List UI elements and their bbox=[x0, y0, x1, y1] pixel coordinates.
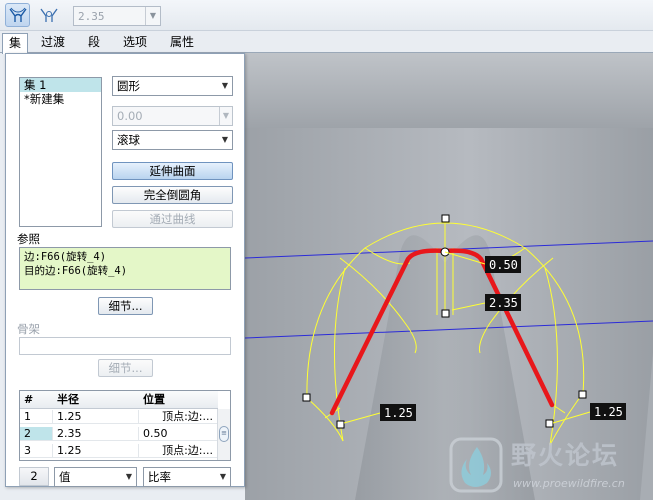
position-type-dropdown[interactable]: 比率 ▼ bbox=[143, 467, 231, 487]
chevron-down-icon: ▼ bbox=[219, 472, 226, 481]
conic-value: 0.00 bbox=[117, 109, 143, 123]
full-round-button[interactable]: 完全倒圆角 bbox=[112, 186, 233, 204]
row-index: 1 bbox=[20, 410, 53, 424]
table-row[interactable]: 1 1.25 顶点:边:... bbox=[20, 410, 218, 424]
tab-transitions[interactable]: 过渡 bbox=[35, 33, 71, 53]
scroll-thumb[interactable]: ≡ bbox=[219, 426, 229, 442]
dimension-value: 1.25 bbox=[384, 406, 413, 420]
radius-combo[interactable]: ▼ bbox=[73, 6, 161, 26]
references-label: 参照 bbox=[17, 232, 40, 246]
value-type: 值 bbox=[59, 470, 71, 484]
dimension-value: 1.25 bbox=[594, 405, 623, 419]
creation-method-dropdown[interactable]: 滚球 ▼ bbox=[112, 130, 233, 150]
extend-surfaces-button[interactable]: 延伸曲面 bbox=[112, 162, 233, 180]
creation-method-value: 滚球 bbox=[117, 133, 140, 147]
set-item-1[interactable]: 集 1 bbox=[20, 78, 101, 92]
tab-properties[interactable]: 属性 bbox=[164, 33, 200, 53]
row-index: 2 bbox=[20, 427, 53, 441]
dimension-value: 2.35 bbox=[489, 296, 518, 310]
table-scrollbar[interactable]: ≡ bbox=[217, 409, 230, 460]
value-type-dropdown[interactable]: 值 ▼ bbox=[54, 467, 137, 487]
toolbar: ▼ bbox=[0, 0, 653, 31]
skeleton-details-button: 细节... bbox=[98, 359, 153, 377]
point-count: 2 bbox=[19, 467, 49, 486]
row-radius[interactable]: 1.25 bbox=[53, 410, 139, 424]
dimension-tag-125-left[interactable]: 1.25 bbox=[380, 404, 416, 421]
row-index: 3 bbox=[20, 444, 53, 458]
dimension-tag-050[interactable]: 0.50 bbox=[485, 256, 521, 273]
set-list[interactable]: 集 1 *新建集 bbox=[19, 77, 102, 227]
reference-target-edge: 目的边:F66(旋转_4) bbox=[24, 265, 128, 277]
tab-sets[interactable]: 集 bbox=[2, 33, 29, 54]
row-radius[interactable]: 1.25 bbox=[53, 444, 139, 458]
set-item-new[interactable]: *新建集 bbox=[20, 92, 101, 106]
sets-panel: 集 1 *新建集 圆形 ▼ 0.00 ▼ 滚球 ▼ 延伸曲面 完全倒圆角 通过曲… bbox=[5, 53, 245, 487]
upper-body-shade bbox=[245, 53, 653, 128]
position-type: 比率 bbox=[148, 470, 171, 484]
header-position: 位置 bbox=[143, 393, 165, 406]
radius-table[interactable]: # 半径 位置 1 1.25 顶点:边:... 2 2.35 0.50 3 1.… bbox=[19, 390, 231, 461]
skeleton-label: 骨架 bbox=[17, 322, 40, 336]
chevron-down-icon: ▼ bbox=[125, 472, 132, 481]
cross-section-shape-value: 圆形 bbox=[117, 79, 140, 93]
transition-mode-icon[interactable] bbox=[36, 3, 61, 27]
chevron-down-icon[interactable]: ▼ bbox=[145, 7, 160, 25]
tab-pieces[interactable]: 段 bbox=[82, 33, 106, 53]
conic-value-dropdown: 0.00 ▼ bbox=[112, 106, 233, 126]
header-radius: 半径 bbox=[57, 393, 79, 406]
watermark-url: www.proewildfire.cn bbox=[513, 477, 625, 490]
table-header: # 半径 位置 bbox=[20, 391, 218, 409]
row-position[interactable]: 0.50 bbox=[139, 427, 218, 441]
through-curve-button: 通过曲线 bbox=[112, 210, 233, 228]
row-position[interactable]: 顶点:边:... bbox=[139, 410, 218, 424]
reference-edge: 边:F66(旋转_4) bbox=[24, 251, 107, 263]
tab-bar: 集 过渡 段 选项 属性 bbox=[0, 31, 653, 54]
chevron-down-icon: ▼ bbox=[221, 81, 228, 90]
round-set-mode-icon[interactable] bbox=[5, 3, 30, 27]
references-details-button[interactable]: 细节... bbox=[98, 297, 153, 315]
row-radius[interactable]: 2.35 bbox=[53, 427, 139, 441]
watermark: 野火论坛 www.proewildfire.cn bbox=[443, 433, 653, 500]
dimension-tag-125-right[interactable]: 1.25 bbox=[590, 403, 626, 420]
table-row[interactable]: 2 2.35 0.50 bbox=[20, 427, 218, 441]
table-row[interactable]: 3 1.25 顶点:边:... bbox=[20, 444, 218, 458]
row-position[interactable]: 顶点:边:... bbox=[139, 444, 218, 458]
fire-logo-icon bbox=[449, 437, 503, 493]
dimension-tag-235[interactable]: 2.35 bbox=[485, 294, 521, 311]
radius-input[interactable] bbox=[76, 8, 144, 24]
dimension-value: 0.50 bbox=[489, 258, 518, 272]
skeleton-box bbox=[19, 337, 231, 355]
tab-options[interactable]: 选项 bbox=[117, 33, 153, 53]
references-box[interactable]: 边:F66(旋转_4) 目的边:F66(旋转_4) bbox=[19, 247, 231, 290]
header-index: # bbox=[24, 393, 34, 406]
chevron-down-icon: ▼ bbox=[219, 107, 232, 125]
watermark-title: 野火论坛 bbox=[511, 441, 620, 470]
cross-section-shape-dropdown[interactable]: 圆形 ▼ bbox=[112, 76, 233, 96]
chevron-down-icon: ▼ bbox=[221, 135, 228, 144]
